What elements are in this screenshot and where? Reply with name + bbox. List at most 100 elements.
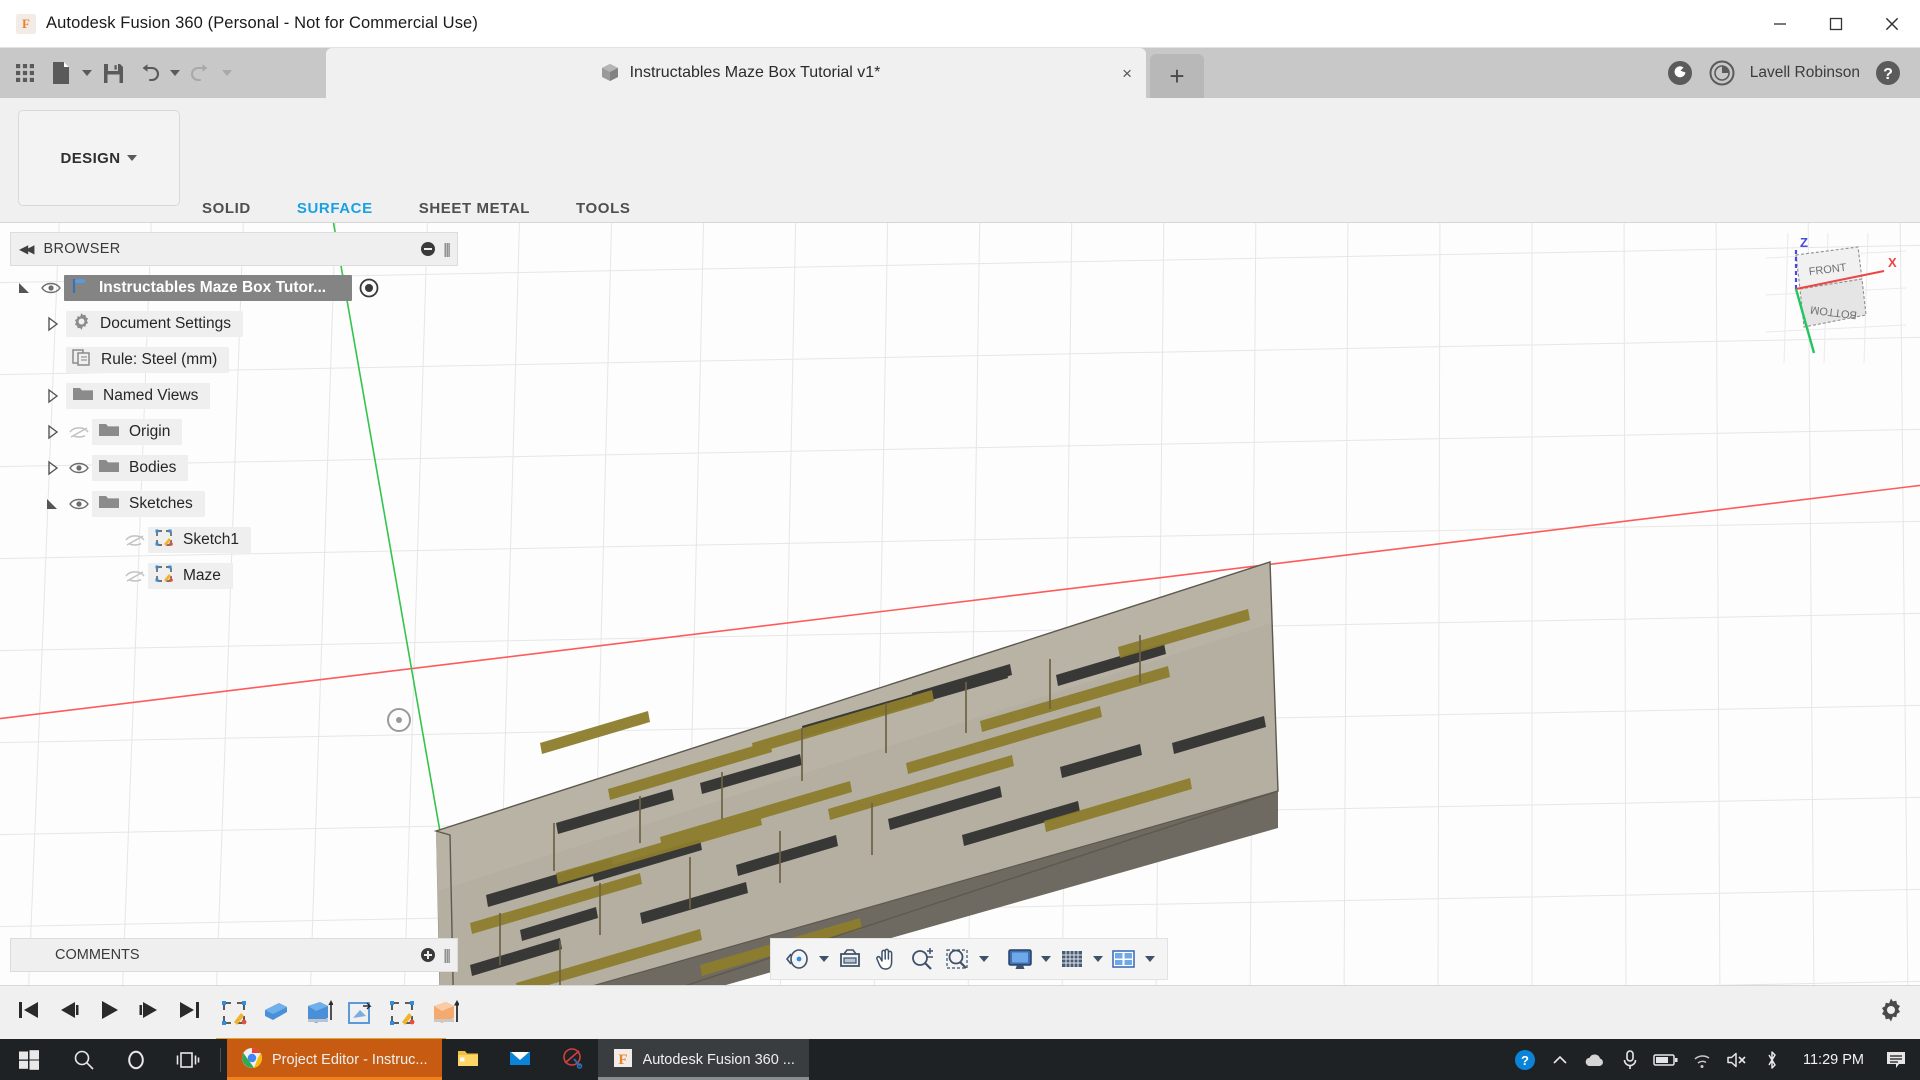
mail-button[interactable] (494, 1039, 546, 1080)
notifications-icon[interactable] (1878, 1039, 1914, 1080)
tree-item-sketches[interactable]: Sketches (92, 491, 205, 517)
new-document-tab-button[interactable]: + (1150, 54, 1204, 98)
expander-collapsed-icon[interactable] (38, 316, 66, 332)
timeline-feature-sketch-2[interactable] (384, 995, 420, 1031)
file-explorer-button[interactable] (442, 1039, 494, 1080)
extensions-icon[interactable] (1666, 59, 1694, 87)
play-icon[interactable] (96, 998, 122, 1027)
expander-expanded-icon-2[interactable] (38, 496, 66, 512)
component-activate-radio[interactable] (358, 277, 380, 299)
tree-row-root[interactable]: Instructables Maze Box Tutor... (10, 270, 458, 306)
tree-row-named-views[interactable]: Named Views (10, 378, 458, 414)
redo-icon[interactable] (184, 53, 218, 93)
display-dropdown-caret-icon[interactable] (1039, 956, 1053, 962)
tree-item-origin[interactable]: Origin (92, 419, 183, 445)
job-status-icon[interactable] (1708, 59, 1736, 87)
timeline-feature-sketch[interactable] (216, 995, 252, 1031)
comments-panel-header[interactable]: COMMENTS ||| (10, 938, 458, 972)
timeline-feature-thicken[interactable] (342, 995, 378, 1031)
visibility-eye-off-icon-3[interactable] (122, 569, 148, 583)
tree-item-root[interactable]: Instructables Maze Box Tutor... (64, 275, 353, 301)
timeline-feature-extrude-2[interactable] (426, 995, 462, 1031)
comments-add-icon[interactable] (421, 948, 436, 962)
show-hidden-icons-icon[interactable] (1543, 1039, 1577, 1080)
tree-item-sketch1[interactable]: Sketch1 (148, 527, 252, 553)
document-tab-close-icon[interactable]: × (1122, 65, 1132, 82)
visibility-eye-icon-2[interactable] (66, 461, 92, 475)
snip-button[interactable] (546, 1039, 598, 1080)
close-button[interactable] (1864, 0, 1920, 48)
pan-icon[interactable] (869, 942, 903, 976)
browser-resize-grip-icon[interactable]: ||| (443, 241, 451, 258)
search-icon[interactable] (58, 1039, 110, 1080)
tab-tools[interactable]: TOOLS (570, 200, 636, 223)
step-forward-icon[interactable] (136, 998, 162, 1027)
visibility-eye-icon[interactable] (38, 281, 64, 295)
workspace-switcher-button[interactable]: DESIGN (18, 110, 180, 206)
minimize-button[interactable] (1752, 0, 1808, 48)
tree-item-maze[interactable]: Maze (148, 563, 233, 589)
new-file-dropdown-caret-icon[interactable] (80, 70, 94, 76)
task-view-icon[interactable] (162, 1039, 214, 1080)
tree-row-document-settings[interactable]: Document Settings (10, 306, 458, 342)
windows-start-icon[interactable] (0, 1039, 58, 1080)
display-settings-icon[interactable] (1003, 942, 1037, 976)
zoom-dropdown-caret-icon[interactable] (977, 956, 991, 962)
grid-dropdown-caret-icon[interactable] (1091, 956, 1105, 962)
browser-collapse-icon[interactable]: ◀◀ (19, 242, 35, 256)
fusion-taskbar-button[interactable]: F Autodesk Fusion 360 ... (597, 1039, 809, 1080)
tree-row-sketch1[interactable]: Sketch1 (10, 522, 458, 558)
tree-item-bodies[interactable]: Bodies (92, 455, 189, 481)
cortana-icon[interactable] (110, 1039, 162, 1080)
document-tab[interactable]: Instructables Maze Box Tutorial v1* × (326, 48, 1146, 98)
look-at-icon[interactable] (833, 942, 867, 976)
bluetooth-icon[interactable] (1755, 1039, 1789, 1080)
onedrive-icon[interactable] (1577, 1039, 1613, 1080)
zoom-window-icon[interactable] (941, 942, 975, 976)
timeline-feature-patch[interactable] (258, 995, 294, 1031)
tree-row-sketches[interactable]: Sketches (10, 486, 458, 522)
viewports-dropdown-caret-icon[interactable] (1143, 956, 1157, 962)
visibility-eye-off-icon-2[interactable] (122, 533, 148, 547)
tree-item-rule[interactable]: Rule: Steel (mm) (66, 347, 230, 373)
app-grid-icon[interactable] (8, 53, 42, 93)
help-icon[interactable]: ? (1874, 59, 1902, 87)
visibility-eye-icon-3[interactable] (66, 497, 92, 511)
orbit-icon[interactable] (781, 942, 815, 976)
taskbar-clock[interactable]: 11:29 PM (1789, 1052, 1878, 1068)
expander-collapsed-icon-4[interactable] (38, 460, 66, 476)
visibility-eye-off-icon[interactable] (66, 425, 92, 439)
timeline-settings-gear-icon[interactable] (1878, 997, 1920, 1028)
grid-snaps-icon[interactable] (1055, 942, 1089, 976)
volume-muted-icon[interactable] (1719, 1039, 1755, 1080)
timeline-feature-extrude[interactable] (300, 995, 336, 1031)
chrome-taskbar-button[interactable]: Project Editor - Instruc... (227, 1039, 442, 1080)
step-back-icon[interactable] (56, 998, 82, 1027)
tab-sheet-metal[interactable]: SHEET METAL (413, 200, 536, 223)
tree-row-bodies[interactable]: Bodies (10, 450, 458, 486)
new-file-icon[interactable] (44, 53, 78, 93)
browser-minimize-icon[interactable] (421, 242, 436, 256)
tree-item-document-settings[interactable]: Document Settings (66, 311, 243, 337)
wifi-icon[interactable] (1685, 1039, 1719, 1080)
maximize-button[interactable] (1808, 0, 1864, 48)
go-to-end-icon[interactable] (176, 998, 202, 1027)
help-circle-icon[interactable]: ? (1507, 1039, 1543, 1080)
viewports-icon[interactable] (1107, 942, 1141, 976)
zoom-icon[interactable] (905, 942, 939, 976)
view-cube[interactable]: FRONT BOTTOM Z X (1765, 232, 1907, 364)
tree-row-origin[interactable]: Origin (10, 414, 458, 450)
user-name-label[interactable]: Lavell Robinson (1750, 64, 1860, 82)
redo-dropdown-caret-icon[interactable] (220, 70, 234, 76)
expander-collapsed-icon-3[interactable] (38, 424, 66, 440)
undo-icon[interactable] (132, 53, 166, 93)
save-icon[interactable] (96, 53, 130, 93)
battery-icon[interactable] (1647, 1039, 1685, 1080)
go-to-beginning-icon[interactable] (16, 998, 42, 1027)
expander-expanded-icon[interactable] (10, 280, 38, 296)
comments-resize-grip-icon[interactable]: ||| (443, 947, 451, 964)
expander-collapsed-icon-2[interactable] (38, 388, 66, 404)
undo-dropdown-caret-icon[interactable] (168, 70, 182, 76)
microphone-icon[interactable] (1613, 1039, 1647, 1080)
tree-row-rule[interactable]: Rule: Steel (mm) (10, 342, 458, 378)
